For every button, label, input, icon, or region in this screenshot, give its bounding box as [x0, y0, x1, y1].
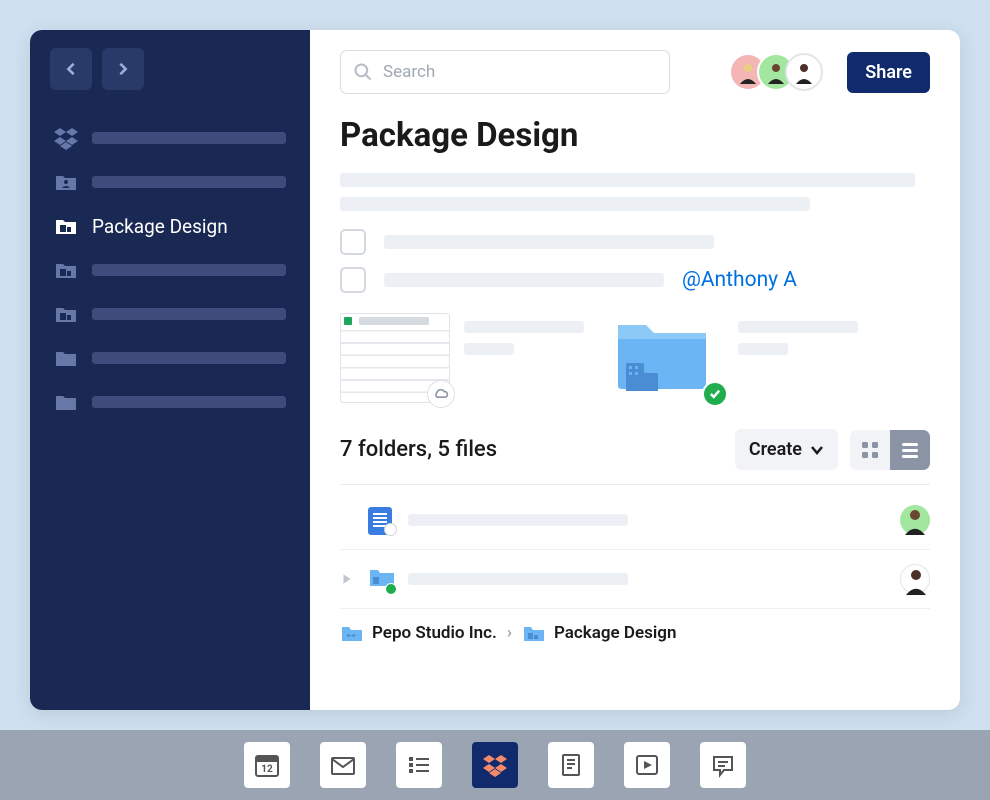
building-folder-icon: [54, 302, 78, 326]
sidebar: Package Design: [30, 30, 310, 710]
view-toggle: [850, 430, 930, 470]
app-window: Package Design: [30, 30, 960, 710]
create-button[interactable]: Create: [735, 429, 838, 470]
breadcrumb-label: Pepo Studio Inc.: [372, 623, 497, 643]
owner-avatar[interactable]: [900, 505, 930, 535]
forward-button[interactable]: [102, 48, 144, 90]
file-card-spreadsheet[interactable]: [340, 313, 584, 403]
description-placeholder: [340, 173, 915, 187]
file-row[interactable]: [340, 550, 930, 609]
description-placeholder: [340, 197, 810, 211]
list-view-button[interactable]: [890, 430, 930, 470]
topbar: Share: [340, 50, 930, 94]
sidebar-placeholder: [92, 132, 286, 144]
sidebar-item-team1[interactable]: [44, 250, 296, 290]
file-name-placeholder: [738, 321, 858, 333]
search-box[interactable]: [340, 50, 670, 94]
checklist-item[interactable]: @Anthony A: [340, 267, 930, 293]
svg-text:12: 12: [261, 764, 273, 775]
dock-mail[interactable]: [320, 742, 366, 788]
search-input[interactable]: [383, 62, 657, 82]
avatar[interactable]: [785, 53, 823, 91]
breadcrumb-separator: ›: [507, 623, 512, 643]
item-counts: 7 folders, 5 files: [340, 437, 723, 462]
file-list: [340, 491, 930, 609]
breadcrumb: Pepo Studio Inc. › Package Design: [340, 609, 930, 657]
breadcrumb-item[interactable]: Package Design: [522, 623, 677, 643]
file-card-folder[interactable]: [614, 313, 858, 403]
checkbox[interactable]: [340, 267, 366, 293]
dock: 12: [0, 730, 990, 800]
search-icon: [353, 62, 373, 82]
person-folder-icon: [54, 170, 78, 194]
sidebar-item-folder1[interactable]: [44, 338, 296, 378]
folder-icon: [54, 390, 78, 414]
dock-doc[interactable]: [548, 742, 594, 788]
building-icon: [626, 363, 658, 391]
mention[interactable]: @Anthony A: [682, 268, 797, 292]
checkbox[interactable]: [340, 229, 366, 255]
collaborator-avatars[interactable]: [729, 53, 823, 91]
chevron-down-icon: [810, 445, 824, 455]
sidebar-item-package-design[interactable]: Package Design: [44, 206, 296, 246]
cloud-mini-badge: [384, 523, 397, 536]
sidebar-placeholder: [92, 308, 286, 320]
main-content: Share Package Design @Anthony A: [310, 30, 960, 710]
file-name-placeholder: [408, 514, 628, 526]
checklist-placeholder: [384, 235, 714, 249]
dock-chat[interactable]: [700, 742, 746, 788]
sidebar-placeholder: [92, 264, 286, 276]
file-meta-placeholder: [464, 343, 514, 355]
folder-thumbnail: [614, 313, 724, 403]
create-button-label: Create: [749, 439, 802, 460]
owner-avatar[interactable]: [900, 564, 930, 594]
chevron-right-icon: [116, 62, 130, 76]
doc-icon: [368, 507, 394, 533]
chevron-left-icon: [64, 62, 78, 76]
sidebar-placeholder: [92, 176, 286, 188]
back-button[interactable]: [50, 48, 92, 90]
breadcrumb-label: Package Design: [554, 623, 677, 643]
folder-icon: [54, 346, 78, 370]
sidebar-item-label: Package Design: [92, 215, 228, 238]
sidebar-nav: Package Design: [30, 118, 310, 422]
file-meta-placeholder: [738, 343, 788, 355]
sidebar-item-dropbox[interactable]: [44, 118, 296, 158]
list-toolbar: 7 folders, 5 files Create: [340, 429, 930, 485]
building-folder-icon: [54, 258, 78, 282]
nav-history-buttons: [30, 48, 310, 90]
folder-mini-icon: [368, 566, 394, 592]
synced-mini-badge: [385, 583, 397, 595]
sidebar-item-personal[interactable]: [44, 162, 296, 202]
dock-calendar[interactable]: 12: [244, 742, 290, 788]
checklist: @Anthony A: [340, 229, 930, 293]
dock-list[interactable]: [396, 742, 442, 788]
dock-dropbox[interactable]: [472, 742, 518, 788]
breadcrumb-item[interactable]: Pepo Studio Inc.: [340, 623, 497, 643]
checklist-placeholder: [384, 273, 664, 287]
spreadsheet-thumbnail: [340, 313, 450, 403]
file-name-placeholder: [408, 573, 628, 585]
dropbox-icon: [54, 126, 78, 150]
synced-badge: [702, 381, 728, 407]
file-name-placeholder: [464, 321, 584, 333]
expand-triangle-icon[interactable]: [340, 572, 354, 586]
description-block: [340, 173, 930, 211]
sidebar-item-folder2[interactable]: [44, 382, 296, 422]
building-folder-icon: [54, 214, 78, 238]
file-cards: [340, 313, 930, 403]
sidebar-placeholder: [92, 396, 286, 408]
grid-view-button[interactable]: [850, 430, 890, 470]
checklist-item[interactable]: [340, 229, 930, 255]
dock-play[interactable]: [624, 742, 670, 788]
file-row[interactable]: [340, 491, 930, 550]
sidebar-item-team2[interactable]: [44, 294, 296, 334]
page-title: Package Design: [340, 116, 930, 155]
sidebar-placeholder: [92, 352, 286, 364]
cloud-badge: [427, 380, 455, 408]
share-button[interactable]: Share: [847, 52, 930, 93]
